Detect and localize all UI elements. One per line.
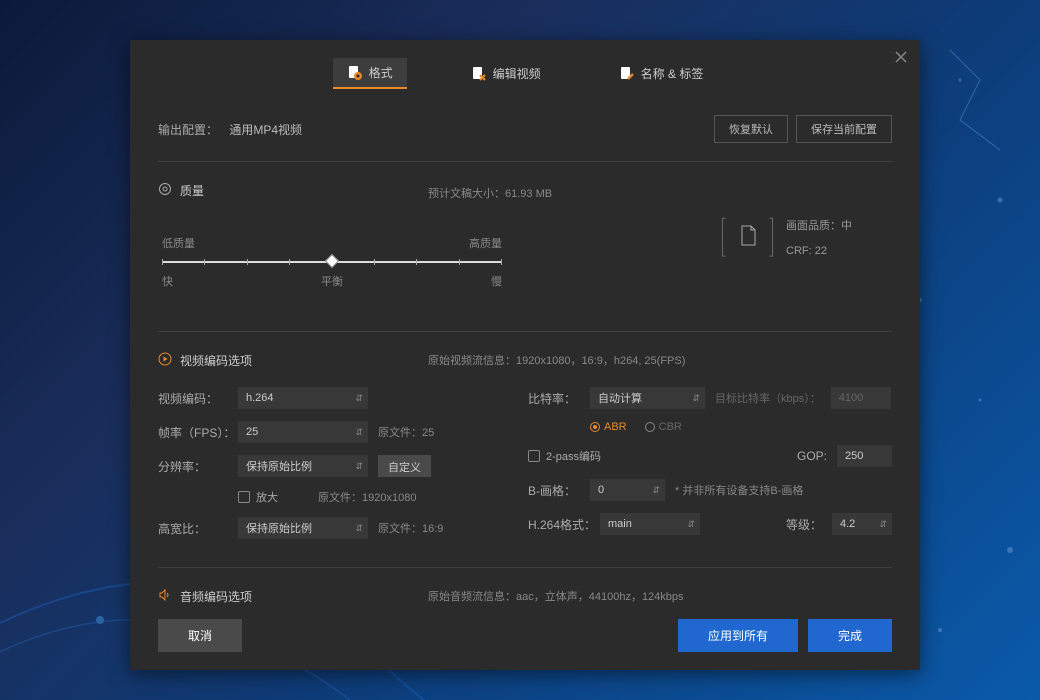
custom-resolution-button[interactable]: 自定义	[378, 455, 431, 477]
gop-input[interactable]	[837, 445, 892, 467]
tab-name-tags[interactable]: 名称 & 标签	[605, 58, 718, 89]
save-current-config-button[interactable]: 保存当前配置	[796, 115, 892, 143]
restore-defaults-button[interactable]: 恢复默认	[714, 115, 788, 143]
document-gear-icon	[347, 65, 363, 81]
video-stream-info: 原始视频流信息：1920x1080，16:9，h264, 25(FPS)	[428, 352, 685, 368]
slider-thumb[interactable]	[325, 254, 339, 268]
close-icon[interactable]	[894, 50, 908, 64]
target-bitrate-label: 目标比特率（kbps）：	[715, 390, 821, 406]
aspect-original: 原文件：16:9	[378, 520, 443, 536]
cancel-button[interactable]: 取消	[158, 619, 242, 652]
target-bitrate-input[interactable]	[831, 387, 891, 409]
done-button[interactable]: 完成	[808, 619, 892, 652]
gear-icon	[158, 182, 172, 199]
tab-edit-video[interactable]: 编辑视频	[457, 58, 555, 89]
resolution-original: 原文件：1920x1080	[318, 489, 416, 505]
tab-label: 格式	[369, 64, 393, 81]
estimated-size: 预计文稿大小：61.93 MB	[428, 185, 552, 201]
output-config-value: 通用MP4视频	[229, 123, 302, 137]
h264-level-select[interactable]: 4.2	[832, 513, 892, 535]
output-config-label: 输出配置：	[158, 123, 218, 137]
bitrate-mode-select[interactable]: 自动计算	[590, 387, 705, 409]
tab-label: 名称 & 标签	[641, 65, 704, 82]
fps-select[interactable]: 25	[238, 421, 368, 443]
bframe-note: * 并非所有设备支持B-画格	[675, 482, 803, 498]
quality-slider[interactable]: 低质量 高质量 快 平衡 慢	[162, 235, 502, 289]
aspect-select[interactable]: 保持原始比例	[238, 517, 368, 539]
document-scissors-icon	[471, 66, 487, 82]
abr-radio[interactable]: ABR	[590, 421, 627, 433]
video-codec-select[interactable]: h.264	[238, 387, 368, 409]
modal-footer: 取消 应用到所有 完成	[130, 605, 920, 670]
audio-stream-info: 原始音频流信息：aac，立体声，44100hz，124kbps	[428, 588, 684, 604]
two-pass-checkbox[interactable]: 2-pass编码	[528, 448, 601, 464]
h264-profile-select[interactable]: main	[600, 513, 700, 535]
cbr-radio[interactable]: CBR	[645, 421, 682, 433]
fps-original: 原文件：25	[378, 424, 434, 440]
tab-label: 编辑视频	[493, 65, 541, 82]
file-icon	[739, 225, 757, 250]
tab-format[interactable]: 格式	[333, 58, 407, 89]
apply-all-button[interactable]: 应用到所有	[678, 619, 798, 652]
tab-bar: 格式 编辑视频 名称 & 标签	[130, 40, 920, 99]
speaker-icon	[158, 588, 172, 605]
settings-modal: 格式 编辑视频 名称 & 标签 输出配置： 通用MP4视频 恢复默认 保存当前配…	[130, 40, 920, 670]
document-pencil-icon	[619, 66, 635, 82]
picture-quality: 画面品质：中	[786, 217, 852, 233]
crf-value: CRF: 22	[786, 245, 852, 257]
play-icon	[158, 352, 172, 369]
resolution-select[interactable]: 保持原始比例	[238, 455, 368, 477]
bframe-select[interactable]: 0	[590, 479, 665, 501]
enlarge-checkbox[interactable]: 放大	[238, 489, 278, 505]
